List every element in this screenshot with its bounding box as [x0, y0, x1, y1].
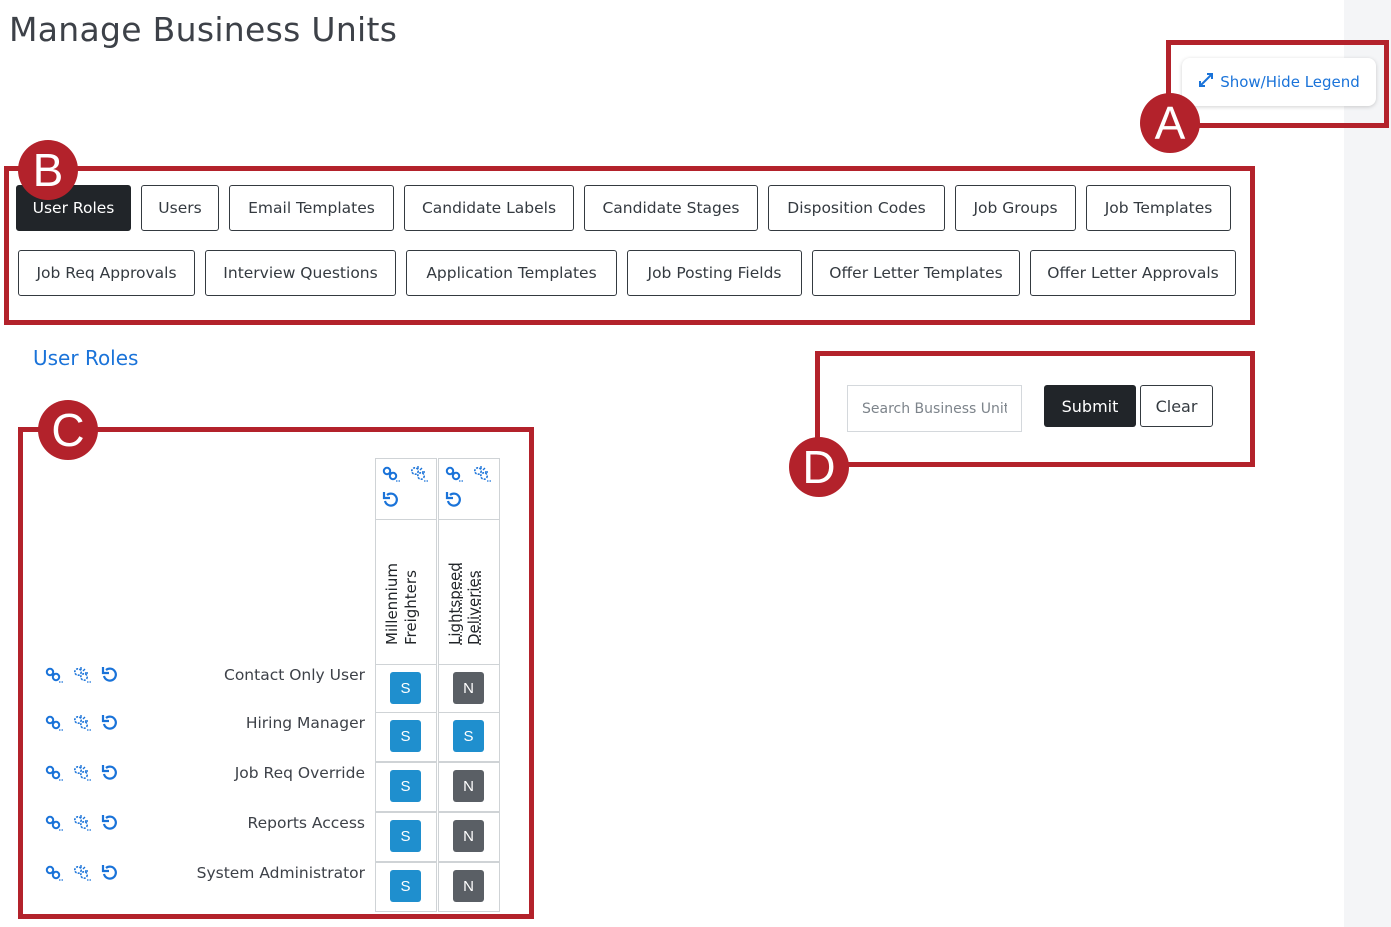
column-name-line1: Millennium [383, 563, 401, 645]
tab-offer-letter-templates[interactable]: Offer Letter Templates [812, 250, 1020, 296]
tab-job-groups[interactable]: Job Groups [955, 185, 1076, 231]
permission-toggle[interactable]: S [390, 820, 421, 852]
tab-job-posting-fields[interactable]: Job Posting Fields [627, 250, 802, 296]
callout-badge-d: D [789, 437, 849, 497]
link-icon[interactable] [381, 464, 401, 484]
tab-email-templates[interactable]: Email Templates [229, 185, 394, 231]
show-hide-legend-label: Show/Hide Legend [1220, 73, 1360, 91]
permission-toggle[interactable]: S [453, 720, 484, 752]
link-icon[interactable] [44, 713, 64, 733]
callout-badge-a: A [1140, 93, 1200, 153]
link-icon[interactable] [444, 464, 464, 484]
unlink-icon[interactable] [409, 464, 429, 484]
search-input[interactable] [847, 385, 1022, 432]
unlink-icon[interactable] [72, 665, 92, 685]
column-name-line2: Freighters [402, 570, 420, 645]
unlink-icon[interactable] [72, 713, 92, 733]
clear-button[interactable]: Clear [1140, 385, 1213, 427]
tab-disposition-codes[interactable]: Disposition Codes [768, 185, 945, 231]
tab-interview-questions[interactable]: Interview Questions [205, 250, 396, 296]
submit-button[interactable]: Submit [1044, 385, 1136, 427]
page-title: Manage Business Units [9, 10, 398, 49]
tab-offer-letter-approvals[interactable]: Offer Letter Approvals [1030, 250, 1236, 296]
tab-job-req-approvals[interactable]: Job Req Approvals [18, 250, 195, 296]
callout-badge-b: B [18, 140, 78, 200]
unlink-icon[interactable] [472, 464, 492, 484]
tab-candidate-stages[interactable]: Candidate Stages [584, 185, 758, 231]
column-name[interactable]: Lightspeed Deliveries [446, 562, 484, 645]
permission-toggle[interactable]: S [390, 720, 421, 752]
link-icon[interactable] [44, 763, 64, 783]
tab-job-templates[interactable]: Job Templates [1086, 185, 1231, 231]
permission-toggle[interactable]: N [453, 870, 484, 902]
row-label: System Administrator [196, 864, 365, 882]
row-label: Reports Access [247, 814, 365, 832]
link-icon[interactable] [44, 863, 64, 883]
column-name-line2: Deliveries [465, 570, 483, 645]
tab-users[interactable]: Users [141, 185, 219, 231]
unlink-icon[interactable] [72, 763, 92, 783]
show-hide-legend-button[interactable]: Show/Hide Legend [1182, 58, 1376, 106]
row-label: Hiring Manager [245, 714, 365, 732]
right-gutter [1344, 0, 1391, 927]
permission-toggle[interactable]: S [390, 770, 421, 802]
tab-application-templates[interactable]: Application Templates [406, 250, 617, 296]
tab-candidate-labels[interactable]: Candidate Labels [404, 185, 574, 231]
permission-toggle[interactable]: S [390, 672, 421, 704]
permission-toggle[interactable]: N [453, 770, 484, 802]
unlink-icon[interactable] [72, 863, 92, 883]
row-label: Job Req Override [234, 764, 365, 782]
callout-badge-c: C [38, 400, 98, 460]
section-title: User Roles [33, 346, 139, 370]
column-name: Millennium Freighters [383, 563, 421, 645]
column-name-line1: Lightspeed [446, 562, 464, 645]
permission-toggle[interactable]: S [390, 870, 421, 902]
expand-icon [1198, 72, 1214, 92]
link-icon[interactable] [44, 665, 64, 685]
unlink-icon[interactable] [72, 813, 92, 833]
permission-toggle[interactable]: N [453, 672, 484, 704]
reset-icon[interactable] [444, 490, 464, 510]
row-label: Contact Only User [224, 666, 365, 684]
reset-icon[interactable] [381, 490, 401, 510]
link-icon[interactable] [44, 813, 64, 833]
permission-toggle[interactable]: N [453, 820, 484, 852]
